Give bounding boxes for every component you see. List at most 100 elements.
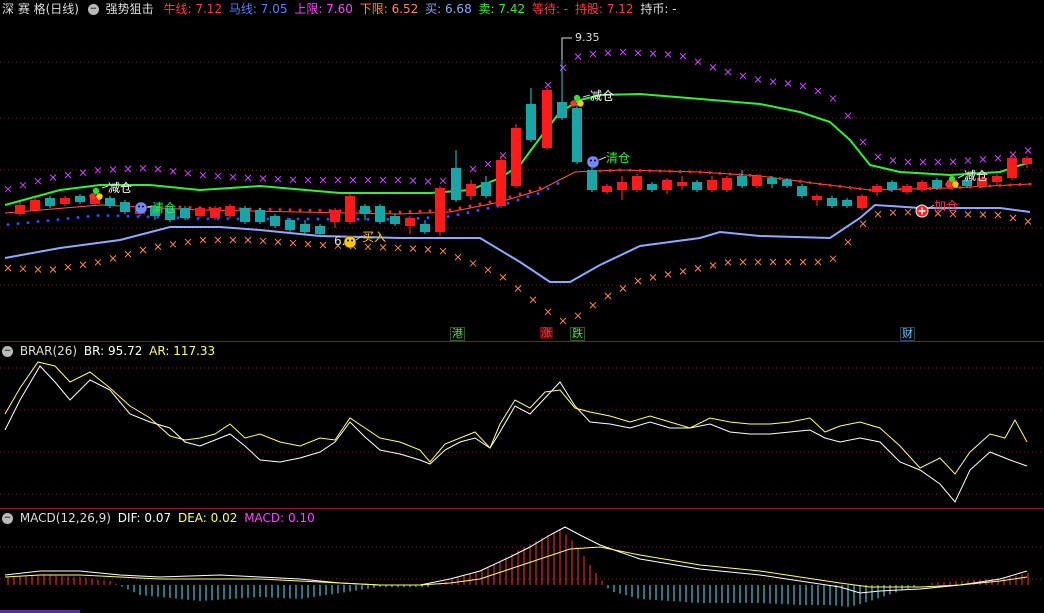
upper-limit-cross	[109, 166, 117, 173]
upper-limit-cross	[289, 176, 297, 184]
candle-body	[15, 205, 25, 214]
upper-limit-cross	[274, 175, 282, 183]
upper-limit-cross	[319, 176, 327, 184]
event-badge[interactable]: 港	[450, 327, 465, 341]
candle-body	[466, 184, 476, 196]
upper-limit-cross	[919, 158, 927, 166]
upper-limit-cross	[859, 138, 867, 146]
lower-limit-cross	[229, 236, 237, 244]
three-ball-icon	[945, 181, 952, 188]
bull-dot	[638, 169, 642, 172]
candle-body	[557, 102, 567, 118]
horse-dot	[116, 214, 120, 218]
horse-dot	[76, 216, 80, 220]
horse-dot	[196, 217, 200, 221]
lower-limit-cross	[889, 209, 897, 217]
brar-canvas[interactable]	[0, 342, 1044, 508]
bull-dot	[668, 169, 672, 173]
sad-face-icon	[142, 205, 144, 208]
ar-line	[4, 361, 1028, 475]
upper-limit-cross	[589, 50, 597, 58]
candle-body	[285, 220, 295, 230]
candle-body	[300, 224, 310, 232]
brar-panel[interactable]: − BRAR(26) BR: 95.72 AR: 117.33	[0, 342, 1044, 508]
upper-limit-cross	[739, 72, 747, 80]
lower-limit-cross	[214, 236, 222, 244]
candle-body	[210, 208, 220, 218]
horse-dot	[146, 215, 150, 219]
upper-limit-cross	[154, 165, 162, 173]
lower-limit-cross	[154, 243, 162, 251]
upper-limit-cross	[469, 165, 477, 173]
event-badge[interactable]: 跌	[570, 327, 585, 341]
upper-limit-cross	[664, 51, 672, 58]
lower-limit-cross	[679, 268, 687, 275]
candle-body	[526, 104, 536, 140]
horse-dot	[416, 216, 420, 220]
horse-dot	[546, 187, 550, 191]
lower-limit-cross	[619, 285, 627, 292]
candle-body	[496, 160, 506, 206]
upper-limit-cross	[649, 50, 657, 58]
smiley-icon	[347, 239, 349, 242]
candle-body	[767, 178, 777, 184]
lower-limit-cross	[529, 296, 537, 304]
candle-body	[390, 216, 400, 224]
bull-dot	[448, 208, 452, 212]
lower-limit-cross	[994, 211, 1002, 219]
candle-body	[857, 196, 867, 208]
bull-dot	[898, 187, 902, 191]
horse-dot	[66, 217, 70, 221]
bull-dot	[488, 200, 492, 204]
horse-dot	[326, 217, 330, 221]
horse-dot	[316, 217, 320, 221]
lower-limit-cross	[634, 277, 642, 285]
lower-limit-cross	[49, 266, 57, 273]
lower-limit-cross	[484, 266, 492, 274]
bull-dot	[308, 208, 312, 212]
candle-body	[255, 210, 265, 222]
horse-dot	[126, 214, 130, 218]
main-chart-panel[interactable]: 深 赛 格(日线) − 强势狙击 牛线: 7.12 马线: 7.05 上限: 7…	[0, 0, 1044, 341]
main-chart-canvas[interactable]	[0, 0, 1044, 340]
upper-limit-cross	[949, 158, 957, 166]
candle-body	[902, 186, 912, 192]
bull-dot	[748, 173, 752, 177]
horse-dot	[426, 216, 430, 220]
horse-dot	[516, 198, 520, 202]
lower-limit-cross	[244, 236, 252, 244]
lower-limit-cross	[304, 240, 312, 248]
lower-limit-cross	[319, 241, 327, 249]
lower-limit-cross	[589, 301, 597, 309]
bull-dot	[478, 202, 482, 206]
candle-body	[240, 208, 250, 222]
three-ball-icon	[89, 193, 96, 200]
high-price-leader	[561, 37, 572, 60]
bull-dot	[738, 173, 742, 177]
signal-label: 减仓	[964, 169, 989, 183]
macd-panel[interactable]: − MACD(12,26,9) DIF: 0.07 DEA: 0.02 MACD…	[0, 509, 1044, 613]
lower-limit-cross	[694, 265, 702, 272]
upper-limit-cross	[769, 78, 777, 85]
upper-limit-cross	[1009, 151, 1017, 158]
candle-body	[435, 188, 445, 232]
event-badge[interactable]: 涨	[540, 327, 553, 339]
upper-limit-cross	[4, 185, 12, 193]
signal-label: 清仓	[152, 201, 177, 215]
lower-limit-cross	[724, 259, 732, 266]
candle-body	[75, 196, 85, 202]
horse-dot	[136, 215, 140, 219]
macd-canvas[interactable]	[0, 509, 1044, 613]
candle-body	[647, 184, 657, 190]
three-ball-icon	[96, 193, 103, 200]
candle-body	[632, 176, 642, 190]
upper-limit-cross	[889, 157, 897, 164]
sad-face-icon	[586, 155, 600, 169]
three-ball-icon	[952, 181, 959, 188]
three-ball-icon	[948, 175, 956, 183]
event-badge[interactable]: 财	[900, 327, 915, 341]
horse-dot	[446, 215, 450, 219]
candle-body	[752, 176, 762, 186]
candle-body	[225, 206, 235, 216]
signal-leader	[582, 94, 591, 98]
